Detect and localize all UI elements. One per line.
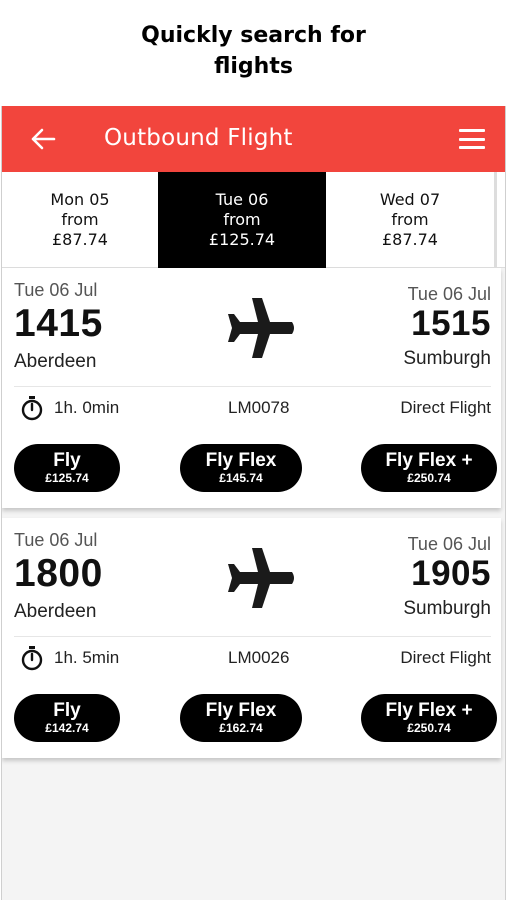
- flight-card[interactable]: Tue 06 Jul 1800 Aberdeen Tue 06 Jul 1905…: [2, 518, 501, 758]
- date-tab-from: from: [61, 210, 99, 229]
- date-tab-price: £125.74: [208, 230, 276, 249]
- arrival-city: Sumburgh: [403, 598, 491, 619]
- flight-duration: 1h. 0min: [54, 398, 120, 417]
- arrow-left-icon: [31, 128, 56, 150]
- fare-name: Fly Flex +: [385, 700, 473, 721]
- departure-date: Tue 06 Jul: [14, 280, 98, 300]
- card-divider: [14, 636, 491, 637]
- stopwatch-icon: [21, 396, 43, 421]
- departure-city: Aberdeen: [14, 351, 97, 372]
- arrival-date: Tue 06 Jul: [407, 284, 491, 304]
- fare-fly-flex-plus-button[interactable]: Fly Flex + £250.74: [361, 694, 497, 742]
- app-bar: Outbound Flight: [2, 106, 505, 172]
- arrival-time: 1905: [411, 554, 491, 593]
- flight-type: Direct Flight: [400, 648, 491, 667]
- date-tab-tue-06[interactable]: Tue 06 from £125.74: [158, 172, 326, 268]
- fare-price: £250.74: [407, 471, 451, 485]
- fare-name: Fly Flex +: [385, 450, 473, 471]
- fare-fly-flex-plus-button[interactable]: Fly Flex + £250.74: [361, 444, 497, 492]
- date-tab-wed-07[interactable]: Wed 07 from £87.74: [326, 172, 494, 268]
- fare-fly-flex-button[interactable]: Fly Flex £162.74: [180, 694, 302, 742]
- fare-name: Fly: [53, 450, 81, 471]
- flight-duration: 1h. 5min: [54, 648, 120, 667]
- fare-name: Fly: [53, 700, 81, 721]
- fare-fly-button[interactable]: Fly £125.74: [14, 444, 120, 492]
- date-tab-from: from: [391, 210, 429, 229]
- airplane-icon: [228, 298, 294, 358]
- date-tab-mon-05[interactable]: Mon 05 from £87.74: [2, 172, 158, 268]
- fare-name: Fly Flex: [205, 450, 277, 471]
- departure-date: Tue 06 Jul: [14, 530, 98, 550]
- fare-price: £125.74: [45, 471, 89, 485]
- date-tab-day: Tue 06: [215, 190, 269, 209]
- back-button[interactable]: [28, 124, 58, 154]
- hamburger-menu-icon[interactable]: [457, 126, 487, 152]
- date-selector: Mon 05 from £87.74 Tue 06 from £125.74 W…: [2, 172, 505, 268]
- arrival-date: Tue 06 Jul: [407, 534, 491, 554]
- fare-price: £250.74: [407, 721, 451, 735]
- date-tab-from: from: [223, 210, 261, 229]
- date-tab-day: Wed 07: [379, 190, 441, 209]
- promo-headline-line2: flights: [214, 54, 293, 79]
- fare-price: £162.74: [219, 721, 263, 735]
- promo-headline-line1: Quickly search for: [141, 23, 366, 48]
- scroll-edge: [494, 172, 497, 268]
- arrival-time: 1515: [411, 304, 491, 343]
- date-tab-price: £87.74: [382, 230, 438, 249]
- flight-number: LM0078: [228, 398, 290, 417]
- departure-city: Aberdeen: [14, 601, 97, 622]
- arrival-city: Sumburgh: [403, 348, 491, 369]
- fare-name: Fly Flex: [205, 700, 277, 721]
- app-screen: Outbound Flight Mon 05 from £87.74 Tue 0…: [1, 106, 506, 900]
- date-tab-price: £87.74: [52, 230, 108, 249]
- airplane-icon: [228, 548, 294, 608]
- fare-fly-button[interactable]: Fly £142.74: [14, 694, 120, 742]
- promo-headline: Quickly search for flights: [0, 20, 507, 82]
- fare-price: £145.74: [219, 471, 263, 485]
- fare-fly-flex-button[interactable]: Fly Flex £145.74: [180, 444, 302, 492]
- stopwatch-icon: [21, 646, 43, 671]
- departure-time: 1800: [14, 552, 103, 595]
- page-title: Outbound Flight: [104, 125, 293, 151]
- fare-price: £142.74: [45, 721, 89, 735]
- departure-time: 1415: [14, 302, 103, 345]
- flight-card[interactable]: Tue 06 Jul 1415 Aberdeen Tue 06 Jul 1515…: [2, 268, 501, 508]
- flight-type: Direct Flight: [400, 398, 491, 417]
- date-tab-day: Mon 05: [50, 190, 110, 209]
- card-divider: [14, 386, 491, 387]
- flight-number: LM0026: [228, 648, 290, 667]
